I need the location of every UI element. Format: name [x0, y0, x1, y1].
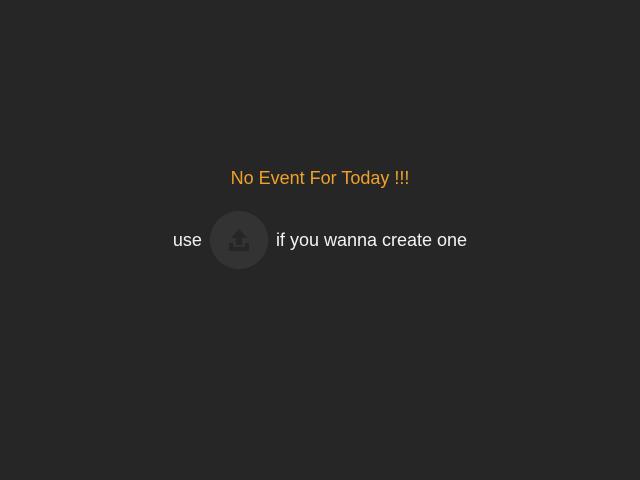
no-event-message: No Event For Today !!!: [230, 168, 410, 188]
create-event-button[interactable]: [209, 211, 268, 269]
hint-prefix-text: use: [172, 229, 202, 250]
empty-state: No Event For Today !!! use if you wanna …: [0, 0, 640, 480]
create-event-hint: use if you wanna create one: [0, 210, 640, 270]
hint-suffix-text: if you wanna create one: [275, 229, 468, 250]
upload-icon: [223, 224, 255, 256]
